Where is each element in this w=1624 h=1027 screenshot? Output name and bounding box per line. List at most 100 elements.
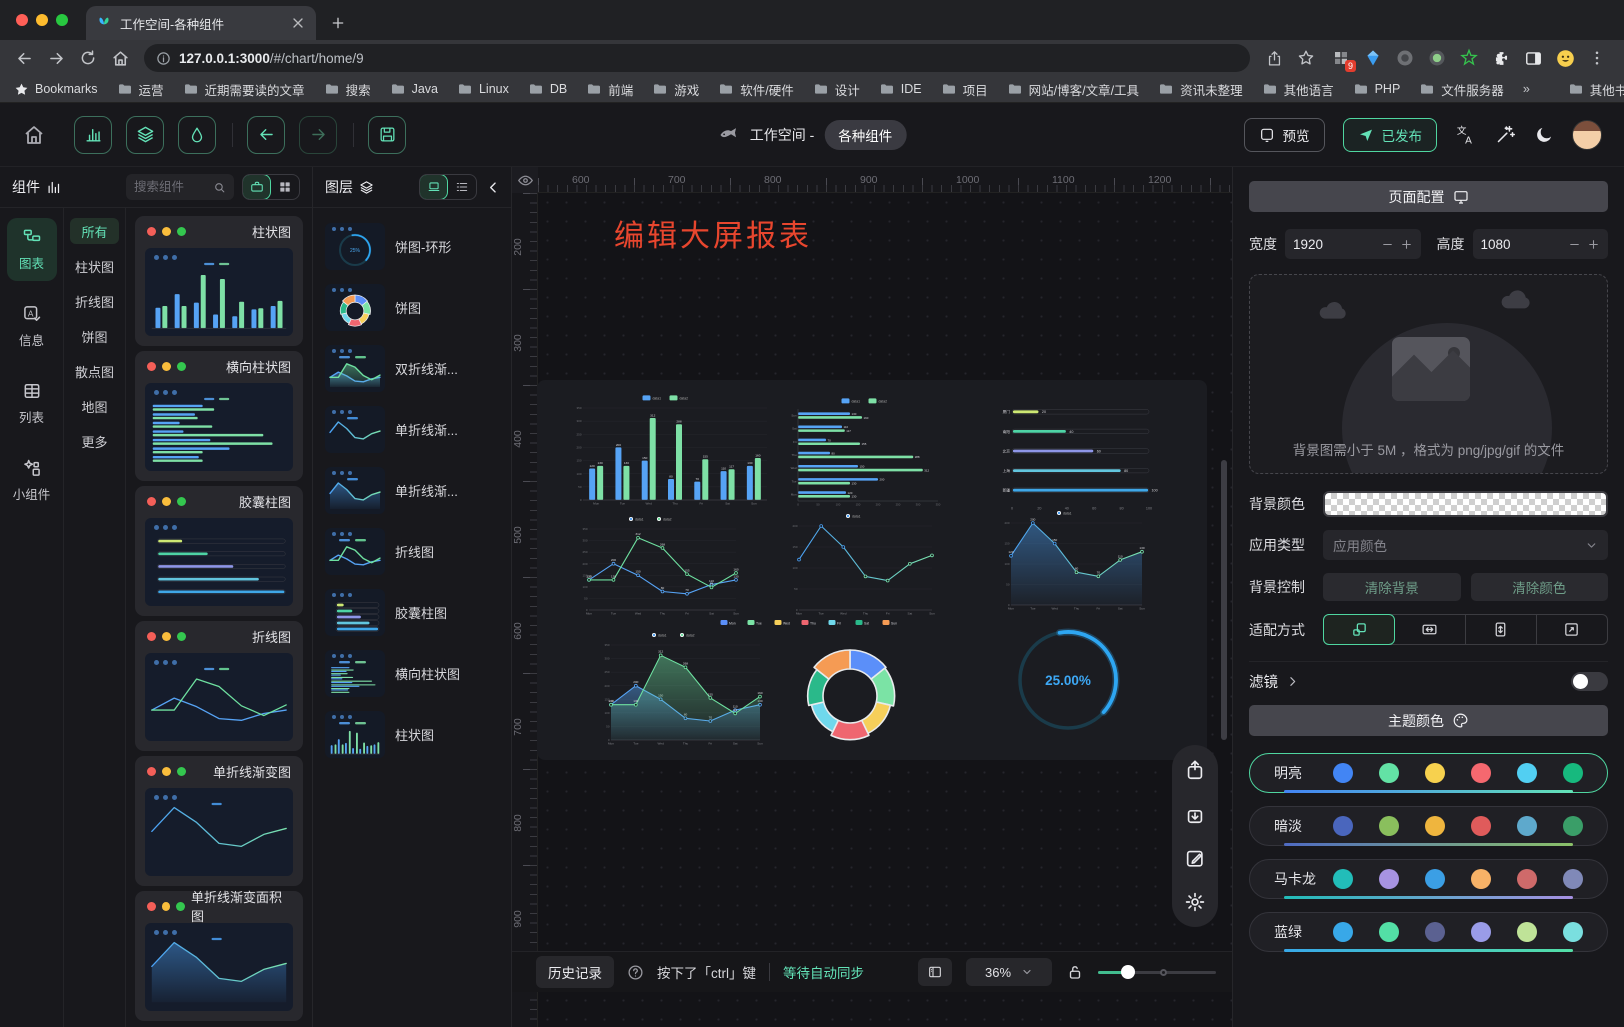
theme-color-swatch[interactable] — [1379, 816, 1399, 836]
layer-item[interactable]: 胶囊柱图 — [323, 584, 501, 641]
bookmark-folder[interactable]: IDE — [879, 81, 922, 97]
green-star-extension-icon[interactable] — [1458, 47, 1480, 69]
bookmark-folder[interactable]: 设计 — [813, 80, 860, 99]
app-home-icon[interactable] — [22, 123, 46, 147]
canvas-vertical-scrollbar[interactable] — [1221, 460, 1227, 740]
ruler-eye-icon[interactable] — [512, 167, 538, 193]
theme-color-swatch[interactable] — [1333, 869, 1353, 889]
thumbnail-view-button[interactable] — [419, 174, 448, 200]
bookmark-folder[interactable]: Java — [390, 81, 438, 97]
user-avatar[interactable] — [1572, 120, 1602, 150]
theme-color-swatch[interactable] — [1333, 763, 1353, 783]
dashboard-preview[interactable]: data1data2050100150200250300350120200150… — [537, 380, 1207, 760]
category-item[interactable]: 饼图 — [70, 323, 119, 349]
bookmark-folder[interactable]: 近期需要读的文章 — [183, 80, 305, 99]
layer-item[interactable]: 折线图 — [323, 523, 501, 580]
clear-color-button[interactable]: 清除颜色 — [1471, 573, 1609, 601]
chart-bar[interactable]: data1data2050100150200250300350120200150… — [567, 392, 772, 510]
theme-color-swatch[interactable] — [1563, 922, 1583, 942]
puzzle-extensions-icon[interactable] — [1490, 47, 1512, 69]
bookmarks-overflow-chevron[interactable]: » — [1523, 82, 1530, 96]
theme-color-swatch[interactable] — [1333, 816, 1353, 836]
layer-item[interactable]: 横向柱状图 — [323, 645, 501, 702]
component-card[interactable]: 横向柱状图 — [135, 351, 303, 481]
theme-row-暗淡[interactable]: 暗淡 — [1249, 806, 1608, 846]
avatar-emoji-icon[interactable] — [1554, 47, 1576, 69]
window-controls[interactable] — [16, 0, 86, 40]
magic-wand-icon[interactable] — [1495, 124, 1516, 145]
layer-item[interactable]: 单折线渐... — [323, 462, 501, 519]
filter-tool-button[interactable] — [178, 116, 216, 154]
bookmark-folder[interactable]: 文件服务器 — [1419, 80, 1504, 99]
share-icon[interactable] — [1260, 44, 1288, 72]
theme-color-swatch[interactable] — [1517, 869, 1537, 889]
dashboard-title-text[interactable]: 编辑大屏报表 — [614, 211, 812, 255]
theme-color-swatch[interactable] — [1333, 922, 1353, 942]
help-icon[interactable] — [627, 964, 644, 981]
lock-icon[interactable] — [1066, 963, 1084, 981]
bookmark-folder[interactable]: 其他语言 — [1262, 80, 1334, 99]
component-search[interactable] — [126, 174, 234, 200]
chart-capsule[interactable]: 厦门20南阳40北京60上海80新疆100020406080100 — [995, 396, 1167, 512]
component-view-toggle[interactable] — [242, 174, 300, 200]
bookmark-folder[interactable]: 搜索 — [324, 80, 371, 99]
chart-tool-button[interactable] — [74, 116, 112, 154]
theme-color-swatch[interactable] — [1563, 763, 1583, 783]
publish-button[interactable]: 已发布 — [1343, 118, 1438, 152]
home-icon[interactable] — [106, 44, 134, 72]
bookmark-folder[interactable]: 网站/博客/文章/工具 — [1007, 80, 1139, 99]
zoom-slider-handle[interactable] — [1121, 965, 1135, 979]
theme-row-马卡龙[interactable]: 马卡龙 — [1249, 859, 1608, 899]
chart-progress-ring[interactable]: 25.00% — [1013, 625, 1123, 735]
settings-gear-icon[interactable] — [1179, 886, 1211, 918]
bookmark-folder[interactable]: 软件/硬件 — [718, 80, 793, 99]
category-item[interactable]: 地图 — [70, 393, 119, 419]
app-type-select[interactable]: 应用颜色 — [1323, 530, 1608, 560]
dark-mode-moon-icon[interactable] — [1534, 125, 1554, 145]
search-input[interactable] — [134, 180, 207, 194]
theme-color-swatch[interactable] — [1471, 816, 1491, 836]
zoom-select[interactable]: 36% — [966, 958, 1052, 986]
theme-row-明亮[interactable]: 明亮 — [1249, 753, 1608, 793]
component-card[interactable]: 单折线渐变图 — [135, 756, 303, 886]
save-button[interactable] — [368, 116, 406, 154]
sidebar-item-0[interactable]: 图表 — [7, 218, 57, 281]
translate-icon[interactable]: 文A — [1455, 124, 1477, 146]
chart-line-dual[interactable]: data1data2050100150200250300350MonTueWed… — [575, 514, 743, 620]
sidebar-item-1[interactable]: A信息 — [7, 295, 57, 358]
category-item[interactable]: 柱状图 — [70, 253, 119, 279]
bookmarks-root[interactable]: Bookmarks — [14, 82, 98, 97]
dark-circle-extension-icon[interactable] — [1394, 47, 1416, 69]
chart-line-single[interactable]: data1050100150200MonTueWedThuFriSatSun — [785, 511, 939, 620]
theme-color-swatch[interactable] — [1471, 763, 1491, 783]
background-upload-dropzone[interactable]: 背景图需小于 5M ，格式为 png/jpg/gif 的文件 — [1249, 274, 1608, 474]
layer-item[interactable]: 单折线渐... — [323, 401, 501, 458]
minus-icon[interactable] — [1568, 238, 1581, 251]
theme-color-swatch[interactable] — [1563, 869, 1583, 889]
category-item[interactable]: 散点图 — [70, 358, 119, 384]
theme-color-swatch[interactable] — [1471, 869, 1491, 889]
minus-icon[interactable] — [1381, 238, 1394, 251]
chart-area-single[interactable]: data1050100150200MonTueWedThuFriSatSun12… — [997, 508, 1149, 615]
list-view-button[interactable] — [447, 175, 476, 199]
back-icon[interactable] — [10, 44, 38, 72]
redo-button[interactable] — [299, 116, 337, 154]
bookmark-star-icon[interactable] — [1292, 44, 1320, 72]
bookmark-folder[interactable]: 运营 — [117, 80, 164, 99]
theme-color-swatch[interactable] — [1471, 922, 1491, 942]
bg-color-swatch[interactable] — [1323, 491, 1608, 517]
collapse-panel-chevron-icon[interactable] — [483, 180, 503, 195]
theme-color-swatch[interactable] — [1425, 816, 1445, 836]
bookmark-folder[interactable]: 资讯未整理 — [1158, 80, 1243, 99]
maximize-window-button[interactable] — [56, 14, 68, 26]
chevron-right-icon[interactable] — [1286, 675, 1299, 688]
sidebar-item-3[interactable]: 小组件 — [7, 449, 57, 512]
undo-button[interactable] — [247, 116, 285, 154]
canvas-upload-icon[interactable] — [1179, 754, 1211, 786]
component-card[interactable]: 胶囊柱图 — [135, 486, 303, 616]
minimize-window-button[interactable] — [36, 14, 48, 26]
layer-item[interactable]: 柱状图 — [323, 706, 501, 763]
theme-color-swatch[interactable] — [1517, 922, 1537, 942]
component-card[interactable]: 柱状图 — [135, 216, 303, 346]
theme-color-swatch[interactable] — [1379, 763, 1399, 783]
